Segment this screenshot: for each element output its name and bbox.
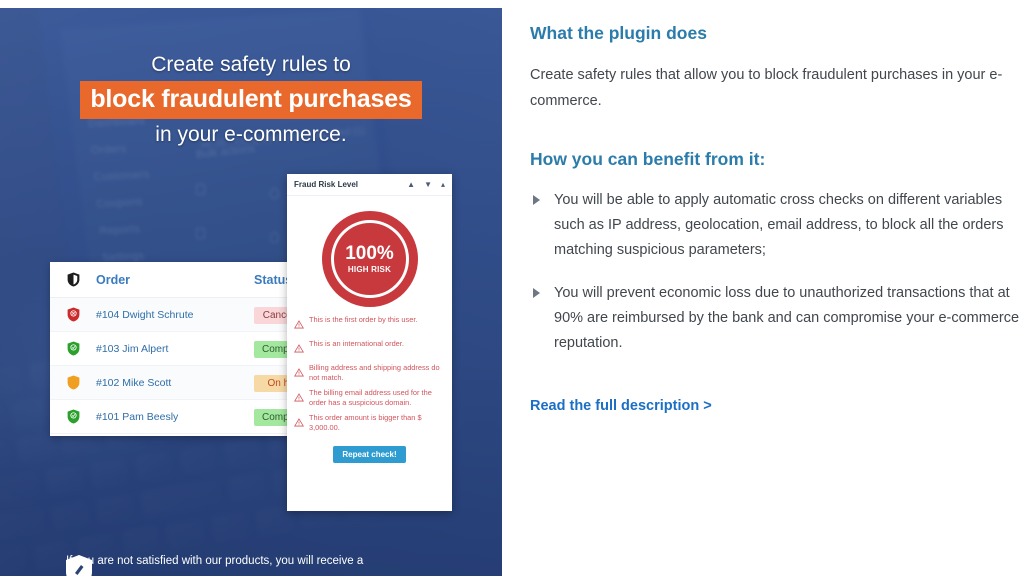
column-header-order: Order [96,272,131,287]
gauge-percent: 100% [345,243,394,264]
repeat-check-button[interactable]: Repeat check! [333,446,406,463]
description-panel: What the plugin does Create safety rules… [530,0,1024,576]
paragraph-what-plugin-does: Create safety rules that allow you to bl… [530,67,1003,109]
list-item: This order amount is bigger than $ 3,000… [294,413,443,433]
fraud-panel-controls: ▲ ▼ ▴ [407,180,445,189]
fraud-risk-gauge: 100% HIGH RISK [321,211,418,307]
order-label: #101 Pam Beesly [96,410,179,423]
warning-icon [294,316,304,334]
shield-icon [50,375,96,390]
benefit-text: You will prevent economic loss due to un… [554,285,1020,351]
guarantee-text: If you are not satisfied with our produc… [66,555,364,567]
fraud-gauge-wrap: 100% HIGH RISK [287,202,452,313]
fraud-alert-list: This is the first order by this user. Th… [287,313,452,433]
list-item: You will prevent economic loss due to un… [530,281,1024,356]
fraud-panel-body: 100% HIGH RISK This is the first order b… [287,196,452,511]
list-item: You will be able to apply automatic cros… [530,188,1024,263]
shield-check-icon [50,409,96,424]
chevron-up-icon[interactable]: ▲ [407,180,415,189]
order-label: #103 Jim Alpert [96,342,169,355]
chevron-down-icon[interactable]: ▼ [424,180,432,189]
hero-headline: Create safety rules to block fraudulent … [0,52,502,149]
alert-text: The billing email address used for the o… [309,388,432,407]
list-item: Billing address and shipping address do … [294,363,443,383]
promo-page: Dashboard Orders Customers Coupons Repor… [0,0,1024,576]
fraud-panel-title: Fraud Risk Level [294,180,359,189]
warning-icon [294,340,304,358]
bullet-arrow-icon [533,288,540,298]
order-label: #102 Mike Scott [96,376,172,389]
fraud-panel-header: Fraud Risk Level ▲ ▼ ▴ [287,174,452,196]
list-item: This is an international order. [294,339,443,358]
order-label: #104 Dwight Schrute [96,308,194,321]
headline-line-3: in your e-commerce. [155,123,347,146]
shield-check-icon [50,341,96,356]
heading-benefits: How you can benefit from it: [530,149,766,169]
repeat-check-wrap: Repeat check! [287,438,452,473]
guarantee-banner: If you are not satisfied with our produc… [0,546,502,576]
guarantee-badge-icon [64,554,94,576]
warning-icon [294,389,304,407]
headline-highlight: block fraudulent purchases [80,81,422,119]
list-item: The billing email address used for the o… [294,388,443,408]
heading-what-plugin-does: What the plugin does [530,23,707,43]
list-item: This is the first order by this user. [294,315,443,334]
warning-icon [294,414,304,432]
read-full-description-link[interactable]: Read the full description > [530,398,712,414]
headline-line-1: Create safety rules to [151,53,351,76]
alert-text: Billing address and shipping address do … [309,363,440,382]
fraud-risk-panel: Fraud Risk Level ▲ ▼ ▴ 100% HIGH RISK Th… [287,174,452,511]
warning-icon [294,364,304,382]
collapse-icon[interactable]: ▴ [441,180,445,189]
alert-text: This is an international order. [309,339,404,348]
gauge-risk-label: HIGH RISK [347,265,392,274]
bullet-arrow-icon [533,195,540,205]
benefit-text: You will be able to apply automatic cros… [554,192,1004,258]
benefits-list: You will be able to apply automatic cros… [530,188,1024,356]
alert-text: This is the first order by this user. [309,315,418,324]
shield-cross-icon [50,307,96,322]
hero-promo-image: Dashboard Orders Customers Coupons Repor… [0,8,502,576]
shield-icon [50,272,96,287]
alert-text: This order amount is bigger than $ 3,000… [309,413,422,432]
